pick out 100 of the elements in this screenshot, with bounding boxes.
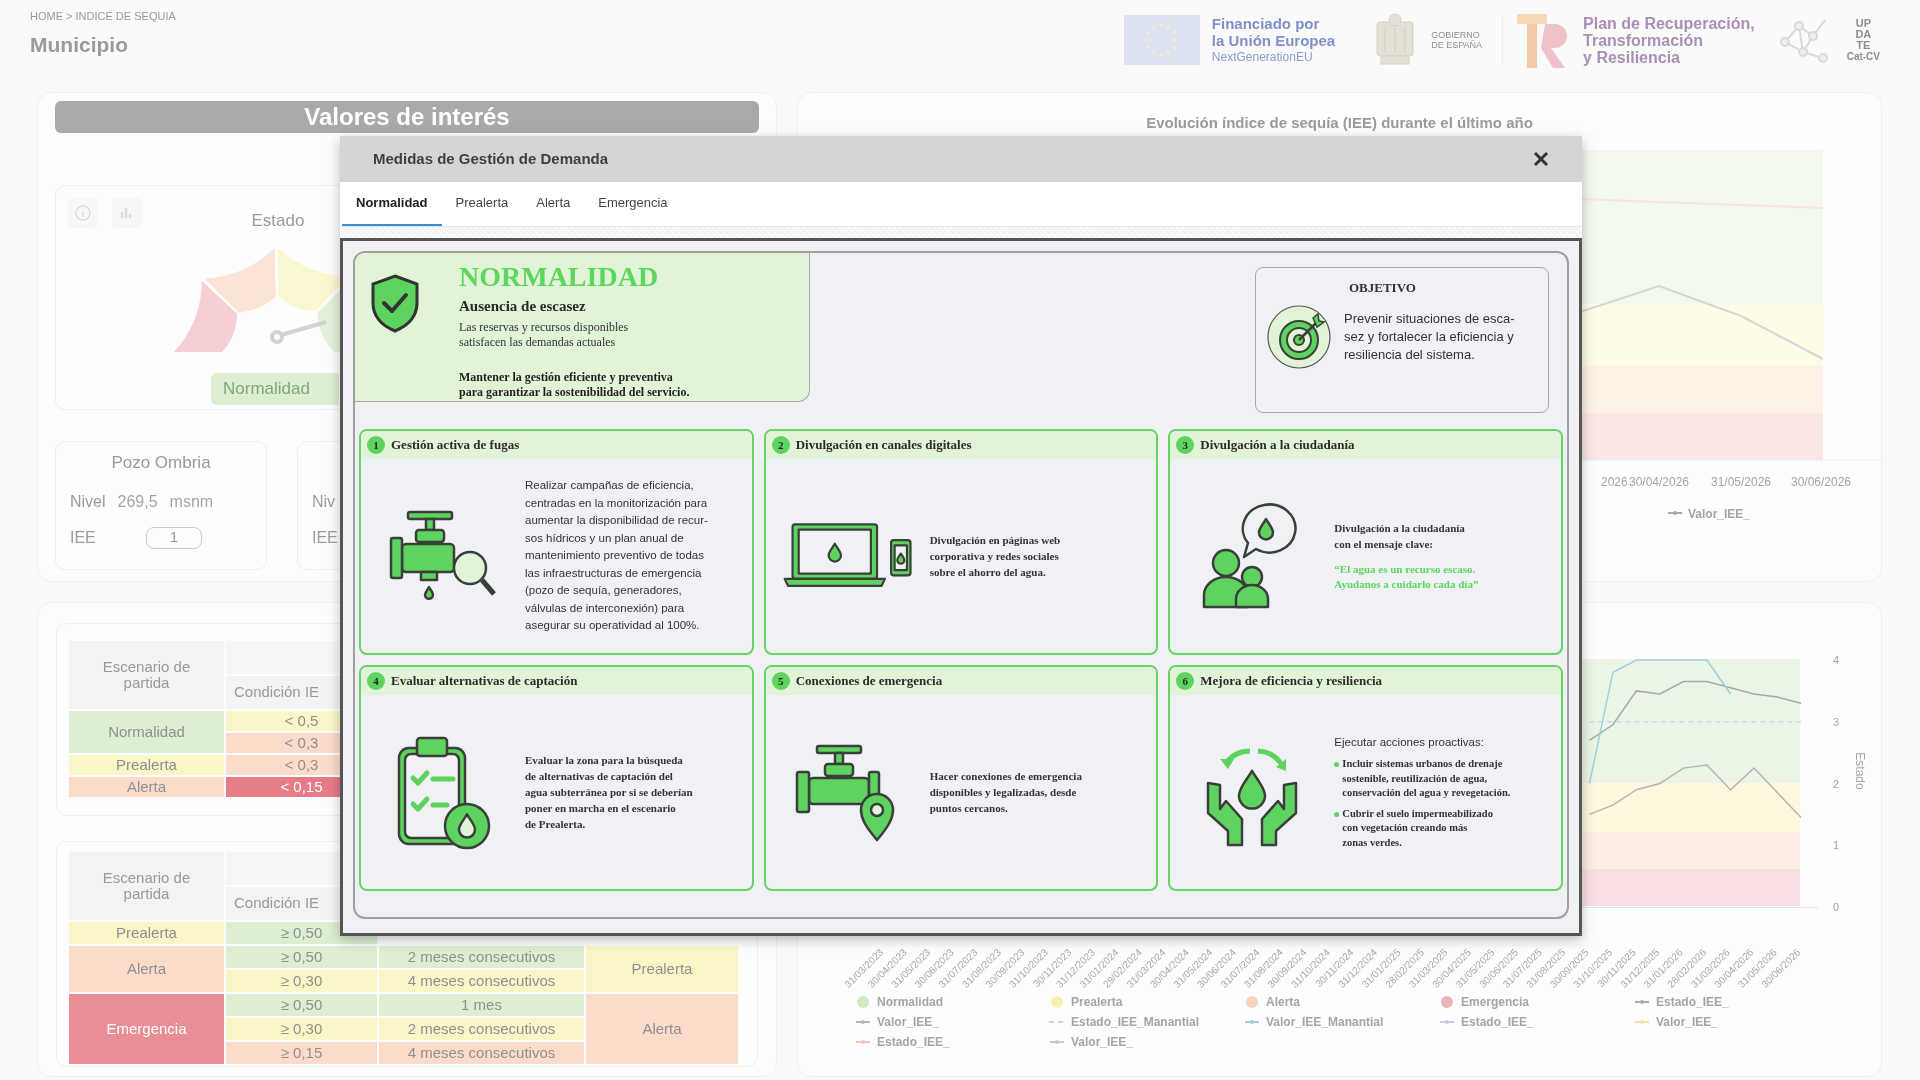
table-header-cell: Escenario de partida — [69, 641, 224, 709]
scenario-cell: Emergencia — [69, 994, 224, 1064]
gauge-label: Estado — [251, 210, 305, 232]
logo-text: Transformación — [1583, 31, 1704, 49]
number-badge: 5 — [771, 672, 790, 690]
table-cell: 2 meses consecutivos — [379, 1018, 584, 1040]
table-cell: ≥ 0,50 — [226, 994, 377, 1016]
legend-label: Estado_IEE_ — [1656, 995, 1729, 1009]
scenario-cell: Normalidad — [69, 711, 224, 753]
status-subtitle: Ausencia de escasez — [459, 297, 587, 316]
logo-text: Financiado por — [1211, 14, 1321, 32]
table-cell: ≥ 0,30 — [226, 1018, 377, 1040]
description-text: Evaluar la zona para la búsqueda de alternativas de captación del agua subterránea por si se deberían poner en marcha en el escenario de Prealerta. — [525, 753, 693, 832]
eu-flag-icon — [1123, 15, 1200, 65]
table-cell: ≥ 0,50 — [226, 946, 377, 968]
dialog-title: Medidas de Gestión de Demanda — [373, 148, 609, 169]
bullet-icon — [1334, 762, 1340, 768]
axis-label: 30/06/2026 — [1790, 475, 1852, 489]
tab[interactable]: Prealerta — [441, 182, 523, 226]
station-name: Pozo Ombria — [111, 452, 211, 474]
measure-title: Gestión activa de fugas — [391, 436, 520, 455]
unit-label: msnm — [169, 491, 214, 512]
logo-text: UP — [1855, 18, 1871, 29]
table-header-cell: Escenario de partida — [69, 852, 224, 920]
table-cell: ≥ 0,15 — [226, 1042, 377, 1064]
legend-label: Estado_IEE_ — [877, 1035, 950, 1049]
axis-tick-label: 2 — [1833, 777, 1840, 790]
measure-title: Evaluar alternativas de captación — [391, 672, 578, 691]
axis-tick-label: 0 — [1833, 901, 1840, 913]
measure-title: Divulgación en canales digitales — [795, 436, 972, 455]
table-cell: Prealerta — [586, 946, 738, 992]
bullet-text: Incluir sistemas urbanos de drenaje sostenible, reutilización de agua, conservación del agua y revegetación. — [1342, 757, 1511, 801]
number-badge: 1 — [367, 436, 385, 454]
description-text: Divulgación a la ciudadanía con el mensaje clave: — [1334, 521, 1466, 552]
info-icon — [68, 198, 98, 228]
logo-text: Plan de Recuperación, — [1583, 14, 1755, 32]
number-badge: 4 — [367, 672, 385, 690]
field-label: Nivel — [70, 491, 106, 512]
number-badge: 6 — [1176, 672, 1195, 690]
axis-label: 2026 — [1601, 475, 1628, 489]
objective-text: Prevenir situaciones de esca- sez y fortalecer la eficiencia y resiliencia del sistema. — [1344, 309, 1515, 364]
legend-label: Valor_IEE_ — [1656, 1015, 1719, 1029]
measure-title: Divulgación a la ciudadanía — [1200, 436, 1355, 455]
legend-label: Valor_IEE_ — [877, 1015, 940, 1029]
scenario-cell: Alerta — [69, 946, 224, 992]
status-emphasis: Mantener la gestión eficiente y preventiva para garantizar la sostenibilidad del servicio. — [459, 369, 690, 400]
table-cell: 4 meses consecutivos — [379, 970, 584, 992]
logo-text: Cat-CV — [1846, 51, 1880, 62]
tab[interactable]: Emergencia — [584, 182, 682, 226]
value-pill: 1 — [145, 526, 202, 549]
logo-text: TE — [1856, 40, 1871, 51]
description-text: Realizar campañas de eficiencia, centradas en la monitorización para aumentar la disponibilidad de recur- sos hídricos y un plan anual de mantenimiento preventivo de todas las infraestructuras de emergencia (pozo de sequía, generadores, válvulas de interconexión) para asegurar su operatividad al 100%. — [525, 478, 708, 634]
status-badge: Normalidad — [211, 372, 339, 405]
description-text: Hacer conexiones de emergencia disponibles y legalizadas, desde puntos cercanos. — [929, 769, 1082, 816]
axis-label: 31/05/2026 — [1710, 475, 1772, 489]
field-label: IEE — [70, 527, 96, 548]
tab[interactable]: Alerta — [522, 182, 585, 226]
shield-check-icon — [369, 273, 421, 333]
axis-title: Estado — [1853, 752, 1867, 790]
logo-text: DA — [1855, 29, 1872, 40]
scenario-cell: Prealerta — [69, 755, 224, 775]
objective-title: OBJETIVO — [1349, 279, 1417, 297]
legend-label: Prealerta — [1071, 995, 1123, 1009]
table-cell: Alerta — [586, 994, 738, 1064]
table-cell: 4 meses consecutivos — [379, 1042, 584, 1064]
chart-title: Evolución índice de sequía (IEE) durante el último año — [1145, 113, 1534, 133]
legend-label: Valor_IEE_Manantial — [1266, 1015, 1384, 1029]
logo-text: DE ESPAÑA — [1431, 40, 1483, 50]
close-icon — [1533, 151, 1549, 167]
axis-tick-label: 3 — [1833, 715, 1840, 728]
bullet-icon — [1334, 811, 1340, 817]
axis-label: 30/04/2026 — [1628, 475, 1690, 489]
status-description: Las reservas y recursos disponibles satisfacen las demandas actuales — [459, 319, 630, 350]
bar-chart-icon — [112, 198, 142, 228]
table-cell: 2 meses consecutivos — [379, 946, 584, 968]
measure-title: Mejora de eficiencia y resiliencia — [1200, 672, 1383, 691]
field-label: Niv — [312, 492, 336, 512]
scenario-cell: Prealerta — [69, 922, 224, 944]
logo-text: NextGenerationEU — [1211, 49, 1314, 66]
target-icon — [1266, 303, 1332, 370]
legend-label: Alerta — [1266, 995, 1300, 1009]
measure-title: Conexiones de emergencia — [795, 672, 943, 691]
quote-text: “El agua es un recurso escaso. Ayudanos a cuidarlo cada día” — [1334, 562, 1479, 592]
field-label: IEE — [312, 528, 338, 548]
number-badge: 2 — [771, 436, 790, 454]
logo-text: y Resiliencia — [1583, 48, 1681, 66]
status-heading: NORMALIDAD — [459, 261, 660, 293]
page-title: Municipio — [30, 31, 129, 58]
description-text: Ejecutar acciones proactivas: — [1334, 734, 1485, 750]
legend-label: Estado_IEE_ — [1461, 1015, 1534, 1029]
field-value: 269,5 — [117, 491, 158, 512]
legend-label: Valor_IEE_ — [1688, 507, 1751, 521]
legend-label: Emergencia — [1461, 995, 1530, 1009]
legend-label: Estado_IEE_Manantial — [1071, 1015, 1200, 1029]
logo-text: GOBIERNO — [1431, 30, 1481, 40]
panel-title: Valores de interés — [304, 102, 510, 132]
scenario-cell: Alerta — [69, 777, 224, 797]
legend-label: Normalidad — [877, 995, 943, 1009]
axis-tick-label: 1 — [1833, 839, 1840, 852]
legend-label: Valor_IEE_ — [1071, 1035, 1134, 1049]
